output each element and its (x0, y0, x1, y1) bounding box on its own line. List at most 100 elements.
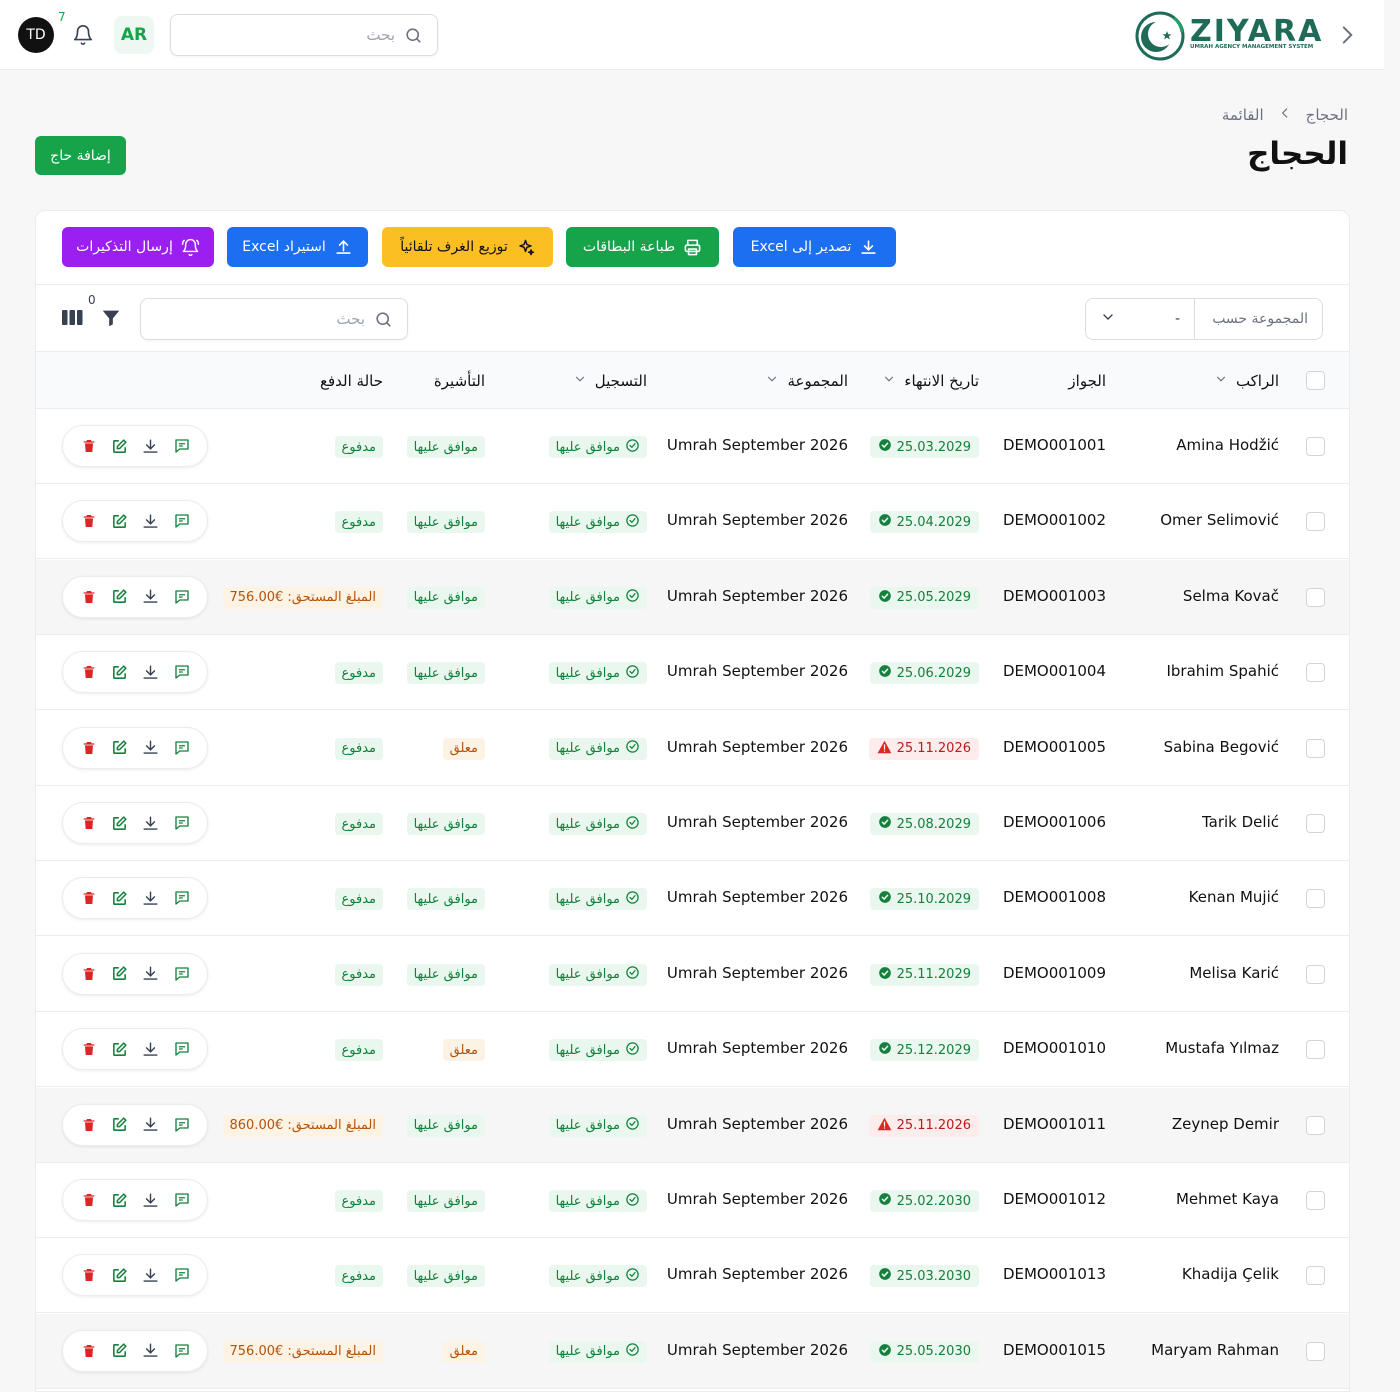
message-icon[interactable] (171, 435, 193, 457)
trash-icon[interactable] (78, 1340, 100, 1362)
table-row[interactable]: Mustafa Yılmaz DEMO001010 25.12.2029 Umr… (36, 1012, 1349, 1088)
trash-icon[interactable] (78, 887, 100, 909)
edit-icon[interactable] (109, 1189, 131, 1211)
filter-icon[interactable] (100, 307, 122, 333)
table-search-input[interactable] (141, 299, 407, 339)
passenger-name[interactable]: Amina Hodžić (1176, 436, 1279, 454)
ziyara-logo[interactable]: ZIYARA UMRAH AGENCY MANAGEMENT SYSTEM (1134, 10, 1321, 62)
edit-icon[interactable] (109, 1340, 131, 1362)
edit-icon[interactable] (109, 510, 131, 532)
passenger-name[interactable]: Mustafa Yılmaz (1165, 1039, 1279, 1057)
trash-icon[interactable] (78, 435, 100, 457)
message-icon[interactable] (171, 1114, 193, 1136)
table-row[interactable]: Melisa Karić DEMO001009 25.11.2029 Umrah… (36, 936, 1349, 1012)
download-icon[interactable] (140, 1340, 162, 1362)
breadcrumb-pilgrims[interactable]: الحجاج (1306, 106, 1348, 124)
passenger-name[interactable]: Omer Selimović (1160, 511, 1279, 529)
row-checkbox[interactable] (1306, 587, 1325, 607)
download-icon[interactable] (140, 661, 162, 683)
download-icon[interactable] (140, 812, 162, 834)
add-pilgrim-button[interactable]: إضافة حاج (35, 136, 126, 175)
row-checkbox[interactable] (1306, 512, 1325, 532)
send-reminders-button[interactable]: إرسال التذكيرات (62, 227, 214, 267)
message-icon[interactable] (171, 887, 193, 909)
download-icon[interactable] (140, 887, 162, 909)
edit-icon[interactable] (109, 661, 131, 683)
message-icon[interactable] (171, 737, 193, 759)
trash-icon[interactable] (78, 1189, 100, 1211)
table-row[interactable]: Maryam Rahman DEMO001015 25.05.2030 Umra… (36, 1313, 1349, 1389)
table-row[interactable]: Sabina Begović DEMO001005 25.11.2026 Umr… (36, 710, 1349, 786)
user-avatar[interactable]: TD (18, 17, 54, 53)
col-payment[interactable]: حالة الدفع (320, 352, 383, 409)
message-icon[interactable] (171, 1264, 193, 1286)
trash-icon[interactable] (78, 510, 100, 532)
download-icon[interactable] (140, 1264, 162, 1286)
passenger-name[interactable]: Zeynep Demir (1172, 1115, 1279, 1133)
trash-icon[interactable] (78, 1264, 100, 1286)
bell-icon[interactable] (68, 20, 98, 50)
edit-icon[interactable] (109, 737, 131, 759)
trash-icon[interactable] (78, 812, 100, 834)
trash-icon[interactable] (78, 737, 100, 759)
message-icon[interactable] (171, 812, 193, 834)
trash-icon[interactable] (78, 586, 100, 608)
edit-icon[interactable] (109, 963, 131, 985)
global-search-input[interactable] (171, 15, 437, 55)
edit-icon[interactable] (109, 1038, 131, 1060)
export-excel-button[interactable]: تصدير إلى Excel (733, 227, 896, 267)
edit-icon[interactable] (109, 812, 131, 834)
download-icon[interactable] (140, 435, 162, 457)
trash-icon[interactable] (78, 963, 100, 985)
download-icon[interactable] (140, 586, 162, 608)
table-row[interactable]: Kenan Mujić DEMO001008 25.10.2029 Umrah … (36, 861, 1349, 937)
download-icon[interactable] (140, 963, 162, 985)
message-icon[interactable] (171, 661, 193, 683)
chevron-right-icon[interactable] (1334, 22, 1360, 48)
columns-icon[interactable] (62, 309, 83, 330)
message-icon[interactable] (171, 586, 193, 608)
table-row[interactable]: Ibrahim Spahić DEMO001004 25.06.2029 Umr… (36, 635, 1349, 711)
language-switch[interactable]: AR (114, 16, 154, 54)
table-row[interactable]: Omer Selimović DEMO001002 25.04.2029 Umr… (36, 484, 1349, 560)
passenger-name[interactable]: Tarik Delić (1202, 813, 1279, 831)
passenger-name[interactable]: Sabina Begović (1164, 738, 1279, 756)
passenger-name[interactable]: Selma Kovač (1183, 587, 1279, 605)
table-row[interactable]: Tarik Delić DEMO001006 25.08.2029 Umrah … (36, 786, 1349, 861)
table-row[interactable]: Mehmet Kaya DEMO001012 25.02.2030 Umrah … (36, 1163, 1349, 1238)
passenger-name[interactable]: Maryam Rahman (1151, 1341, 1279, 1359)
col-registration[interactable]: التسجيل (573, 352, 647, 409)
col-group[interactable]: المجموعة (765, 352, 848, 409)
trash-icon[interactable] (78, 1038, 100, 1060)
download-icon[interactable] (140, 1038, 162, 1060)
row-checkbox[interactable] (1306, 738, 1325, 758)
group-by-select[interactable]: المجموعة حسب - (1085, 298, 1323, 340)
row-checkbox[interactable] (1306, 889, 1325, 909)
download-icon[interactable] (140, 737, 162, 759)
row-checkbox[interactable] (1306, 663, 1325, 683)
global-search[interactable] (170, 14, 438, 56)
auto-rooms-button[interactable]: توزيع الغرف تلقائياً (382, 227, 553, 267)
select-all-checkbox[interactable] (1306, 371, 1325, 390)
trash-icon[interactable] (78, 1114, 100, 1136)
table-search[interactable] (140, 298, 408, 340)
row-checkbox[interactable] (1306, 437, 1325, 456)
message-icon[interactable] (171, 510, 193, 532)
edit-icon[interactable] (109, 887, 131, 909)
row-checkbox[interactable] (1306, 1040, 1325, 1060)
trash-icon[interactable] (78, 661, 100, 683)
passenger-name[interactable]: Melisa Karić (1189, 964, 1279, 982)
message-icon[interactable] (171, 1189, 193, 1211)
message-icon[interactable] (171, 963, 193, 985)
edit-icon[interactable] (109, 1114, 131, 1136)
table-row[interactable]: Selma Kovač DEMO001003 25.05.2029 Umrah … (36, 559, 1349, 635)
message-icon[interactable] (171, 1038, 193, 1060)
print-cards-button[interactable]: طباعة البطاقات (566, 227, 719, 267)
table-row[interactable]: Amina Hodžić DEMO001001 25.03.2029 Umrah… (36, 409, 1349, 484)
row-checkbox[interactable] (1306, 814, 1325, 833)
col-passenger[interactable]: الراكب (1214, 352, 1279, 409)
row-checkbox[interactable] (1306, 1191, 1325, 1210)
edit-icon[interactable] (109, 435, 131, 457)
row-checkbox[interactable] (1306, 964, 1325, 984)
row-checkbox[interactable] (1306, 1115, 1325, 1135)
